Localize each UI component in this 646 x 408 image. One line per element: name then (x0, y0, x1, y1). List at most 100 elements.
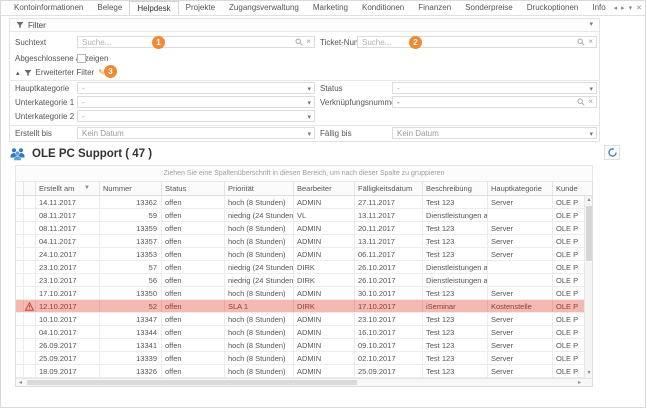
suchtext-field: × (77, 36, 315, 48)
row-icon-cell (24, 248, 36, 260)
tab[interactable]: Konditionen (355, 1, 411, 15)
table-row[interactable]: 12.10.2017 52 offen SLA 1 DIRK 17.10.201… (16, 300, 592, 313)
abgeschlossene-checkbox[interactable] (77, 54, 86, 63)
row-indicator-cell (16, 196, 24, 208)
clear-icon[interactable]: × (588, 98, 593, 106)
search-icon[interactable] (295, 38, 303, 46)
tab-list-dropdown-icon[interactable]: ▾ (629, 4, 633, 12)
horizontal-scrollbar[interactable]: ◂ ▸ (15, 378, 593, 387)
cell-hauptkategorie: Server (488, 339, 553, 351)
tab[interactable]: Projekte (179, 1, 222, 15)
search-icon[interactable] (577, 38, 585, 46)
table-row[interactable]: 08.11.2017 59 offen niedrig (24 Stunden)… (16, 209, 592, 222)
cell-nummer: 13350 (100, 287, 162, 299)
search-icon[interactable] (577, 98, 585, 106)
table-row[interactable]: 17.10.2017 13350 offen hoch (8 Stunden) … (16, 287, 592, 300)
column-header-nummer[interactable]: Nummer (100, 182, 162, 195)
tab-bar: Kontoinformationen BelegeHelpdeskProjekte… (1, 1, 646, 16)
column-header-faelligkeitsdatum[interactable]: Fälligkeitsdatum (355, 182, 423, 195)
cell-erstellt-am: 10.10.2017 (36, 313, 100, 325)
cell-prioritaet: hoch (8 Stunden) (225, 222, 294, 234)
ticket-nummer-input[interactable] (358, 37, 596, 47)
table-row[interactable]: 10.10.2017 13347 offen hoch (8 Stunden) … (16, 313, 592, 326)
scroll-down-icon[interactable]: ▾ (585, 369, 593, 378)
grid-header-row: Erstellt am ▼ Nummer Status Priorität Be… (15, 182, 593, 196)
unterkategorie2-select[interactable]: - ▾ (77, 110, 315, 122)
cell-beschreibung: iSeminar (423, 300, 488, 312)
tab[interactable]: Helpdesk (129, 1, 178, 15)
tab[interactable]: Finanzen (411, 1, 458, 15)
tab-scroll-right-icon[interactable]: ▸ (621, 4, 625, 12)
suchtext-input[interactable] (78, 37, 314, 47)
column-header-erstellt-am[interactable]: Erstellt am ▼ (36, 182, 100, 195)
filter-header[interactable]: Filter ▾ (10, 19, 599, 32)
cell-bearbeiter: ADMIN (294, 326, 355, 338)
column-header-beschreibung[interactable]: Beschreibung (423, 182, 488, 195)
tab-label: Druckoptionen (527, 3, 579, 12)
tab[interactable]: Sonderpreise (458, 1, 520, 15)
table-row[interactable]: 25.09.2017 13339 offen hoch (8 Stunden) … (16, 352, 592, 365)
verknuepfungsnummer-input[interactable] (393, 97, 596, 107)
table-row[interactable]: 23.10.2017 57 offen niedrig (24 Stunden)… (16, 261, 592, 274)
clear-icon[interactable]: × (588, 38, 593, 46)
scroll-up-icon[interactable]: ▴ (585, 196, 593, 205)
column-header-kunde[interactable]: Kunde (553, 182, 592, 195)
cell-nummer: 52 (100, 300, 162, 312)
vertical-scrollbar-thumb[interactable] (586, 206, 592, 261)
tab[interactable]: Marketing (306, 1, 355, 15)
cell-hauptkategorie: Kostenstelle (488, 300, 553, 312)
cell-nummer: 56 (100, 274, 162, 286)
scroll-left-icon[interactable]: ◂ (16, 379, 25, 386)
clear-icon[interactable]: × (306, 38, 311, 46)
erstellt-bis-select[interactable]: Kein Datum ▾ (77, 127, 315, 139)
tab[interactable]: Kontoinformationen (7, 1, 90, 15)
cell-nummer: 57 (100, 261, 162, 273)
cell-status: offen (162, 287, 225, 299)
cell-prioritaet: hoch (8 Stunden) (225, 352, 294, 364)
scroll-right-icon[interactable]: ▸ (575, 379, 584, 386)
cell-prioritaet: hoch (8 Stunden) (225, 235, 294, 247)
column-header-bearbeiter[interactable]: Bearbeiter (294, 182, 355, 195)
group-by-bar[interactable]: Ziehen Sie eine Spaltenüberschrift in di… (15, 165, 593, 182)
filter-collapse-icon[interactable]: ▾ (589, 20, 593, 28)
column-header-prioritaet[interactable]: Priorität (225, 182, 294, 195)
filter-funnel-icon (16, 21, 24, 29)
cell-erstellt-am: 18.09.2017 (36, 365, 100, 377)
table-row[interactable]: 26.09.2017 13341 offen hoch (8 Stunden) … (16, 339, 592, 352)
cell-faelligkeitsdatum: 27.11.2017 (355, 196, 423, 208)
refresh-button[interactable] (604, 145, 620, 160)
cell-status: offen (162, 352, 225, 364)
status-select[interactable]: - ▾ (392, 82, 597, 94)
tutorial-badge-1: 1 (152, 36, 165, 49)
tab[interactable]: Druckoptionen (520, 1, 586, 15)
row-indicator-cell (16, 313, 24, 325)
column-header-status[interactable]: Status (162, 182, 225, 195)
cell-erstellt-am: 17.10.2017 (36, 287, 100, 299)
table-row[interactable]: 08.11.2017 13359 offen hoch (8 Stunden) … (16, 222, 592, 235)
table-row[interactable]: 23.10.2017 56 offen niedrig (24 Stunden)… (16, 274, 592, 287)
tab-label: Kontoinformationen (14, 3, 83, 12)
table-row[interactable]: 18.09.2017 13326 offen hoch (8 Stunden) … (16, 365, 592, 378)
tab-close-icon[interactable]: ✕ (636, 4, 642, 12)
faellig-bis-select[interactable]: Kein Datum ▾ (392, 127, 597, 139)
tab[interactable]: Info (585, 1, 608, 15)
cell-nummer: 13326 (100, 365, 162, 377)
cell-prioritaet: SLA 1 (225, 300, 294, 312)
table-row[interactable]: 04.11.2017 13357 offen hoch (8 Stunden) … (16, 235, 592, 248)
cell-status: offen (162, 248, 225, 260)
table-row[interactable]: 14.11.2017 13362 offen hoch (8 Stunden) … (16, 196, 592, 209)
chevron-down-icon: ▾ (589, 130, 593, 138)
tab-label: Finanzen (418, 3, 451, 12)
hauptkategorie-select[interactable]: - ▾ (77, 82, 315, 94)
horizontal-scrollbar-thumb[interactable] (27, 380, 357, 385)
tab[interactable]: Zugangsverwaltung (222, 1, 306, 15)
tab-scroll-left-icon[interactable]: ◂ (614, 4, 618, 12)
collapse-up-icon[interactable]: ▴ (16, 69, 20, 77)
unterkategorie1-select[interactable]: - ▾ (77, 96, 315, 108)
table-row[interactable]: 04.10.2017 13344 offen hoch (8 Stunden) … (16, 326, 592, 339)
tab[interactable]: Belege (90, 1, 129, 15)
table-row[interactable]: 24.10.2017 13353 offen hoch (8 Stunden) … (16, 248, 592, 261)
erweiterter-filter-row[interactable]: ▴ Erweiterter Filter ✎ (16, 68, 105, 77)
vertical-scrollbar[interactable]: ▴ ▾ (584, 196, 592, 378)
column-header-hauptkategorie[interactable]: Hauptkategorie (488, 182, 553, 195)
